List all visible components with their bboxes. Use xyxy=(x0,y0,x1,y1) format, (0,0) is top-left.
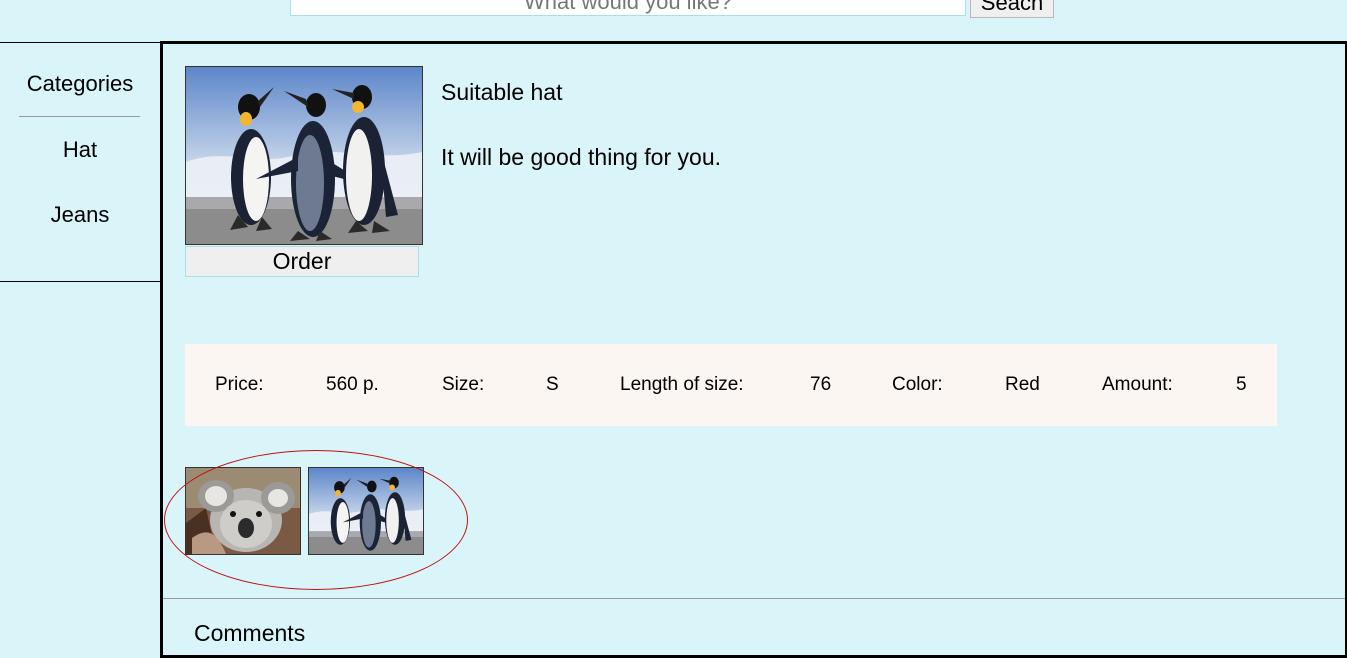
color-value: Red xyxy=(1005,374,1040,395)
price-label: Price: xyxy=(215,374,264,395)
order-button[interactable]: Order xyxy=(185,246,419,277)
product-panel: Order Suitable hat It will be good thing… xyxy=(160,41,1347,658)
penguins-photo xyxy=(186,67,422,244)
color-label: Color: xyxy=(892,374,943,395)
sidebar-item-jeans[interactable]: Jeans xyxy=(0,202,160,228)
size-value: S xyxy=(546,374,559,395)
comments-divider xyxy=(163,598,1345,599)
thumbnail-koala[interactable] xyxy=(185,467,301,555)
product-description: It will be good thing for you. xyxy=(441,144,721,170)
comments-title: Comments xyxy=(194,620,306,646)
search-button[interactable]: Seach xyxy=(970,0,1054,18)
category-sidebar: Categories Hat Jeans xyxy=(0,42,160,282)
amount-value: 5 xyxy=(1236,374,1247,395)
penguins-photo xyxy=(309,468,423,554)
sidebar-item-hat[interactable]: Hat xyxy=(0,137,160,163)
sidebar-divider xyxy=(19,116,140,117)
thumbnail-penguins[interactable] xyxy=(308,467,424,555)
length-value: 76 xyxy=(810,374,832,395)
koala-photo xyxy=(186,468,300,554)
product-name: Suitable hat xyxy=(441,79,563,105)
product-specs: Price: 560 p. Size: S Length of size: 76… xyxy=(185,344,1277,426)
length-label: Length of size: xyxy=(620,374,744,395)
amount-label: Amount: xyxy=(1102,374,1173,395)
search-input[interactable] xyxy=(290,0,966,16)
sidebar-title: Categories xyxy=(26,71,134,96)
size-label: Size: xyxy=(442,374,485,395)
product-image xyxy=(185,66,423,245)
price-value: 560 p. xyxy=(326,374,379,395)
